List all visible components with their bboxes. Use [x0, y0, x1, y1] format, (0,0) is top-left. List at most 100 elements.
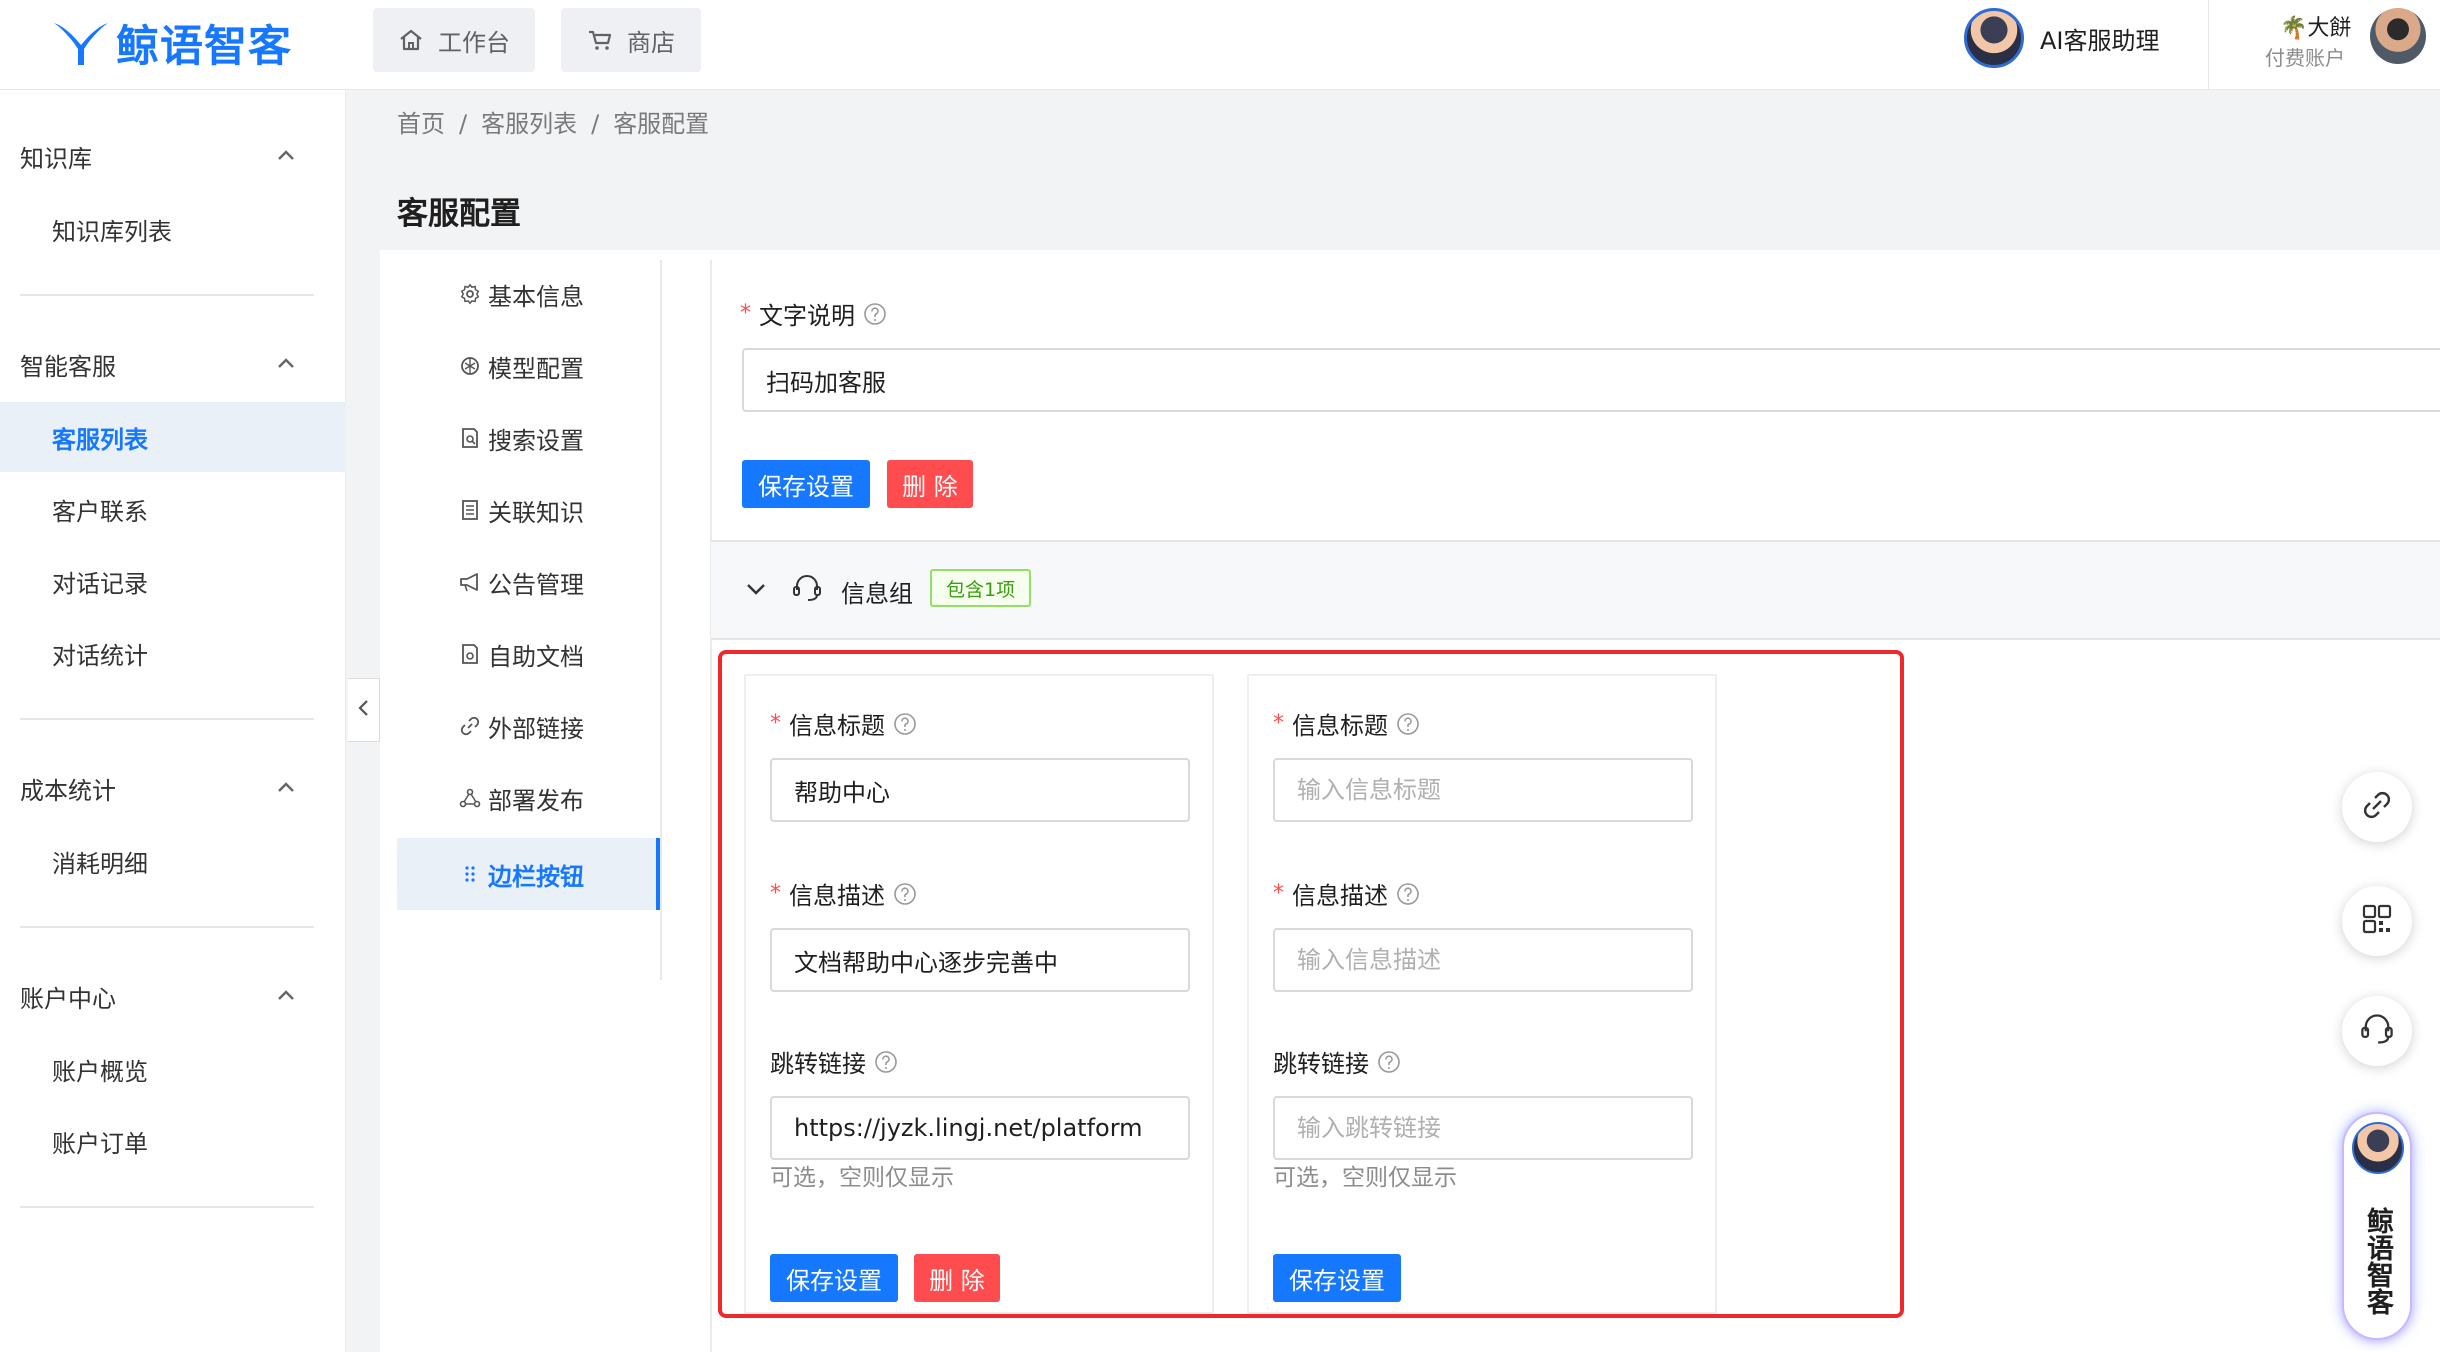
- config-menu-self-help-docs[interactable]: 自助文档: [397, 618, 659, 690]
- info-link-label-text: 跳转链接: [770, 1050, 866, 1078]
- collapse-sidebar-button[interactable]: [348, 678, 380, 742]
- sidebar-item-knowledge-list[interactable]: 知识库列表: [0, 194, 346, 264]
- save-button[interactable]: 保存设置: [770, 1254, 898, 1302]
- info-link-label: 跳转链接: [770, 1044, 898, 1079]
- user-name: 大餅: [2307, 16, 2352, 41]
- save-button[interactable]: 保存设置: [1273, 1254, 1401, 1302]
- config-menu-knowledge[interactable]: 关联知识: [397, 474, 659, 546]
- floating-service-button[interactable]: [2342, 996, 2412, 1066]
- breadcrumb-separator: /: [591, 110, 600, 138]
- config-menu-sidebar-buttons[interactable]: 边栏按钮: [397, 838, 659, 910]
- user-plan: 付费账户: [2265, 46, 2345, 70]
- doc-icon: [459, 643, 481, 665]
- divider: [2208, 0, 2209, 90]
- info-desc-label-text: 信息描述: [789, 882, 885, 910]
- sidebar-item-consumption[interactable]: 消耗明细: [0, 826, 346, 896]
- required-mark: *: [770, 711, 781, 736]
- sidebar-group-account[interactable]: 账户中心: [0, 966, 346, 1026]
- tab-workbench[interactable]: 工作台: [373, 8, 535, 72]
- config-menu-model[interactable]: 模型配置: [397, 330, 659, 402]
- config-menu-label: 模型配置: [488, 354, 584, 383]
- floating-brand-chat-button[interactable]: 鲸语智客: [2342, 1112, 2412, 1340]
- save-button[interactable]: 保存设置: [742, 460, 870, 508]
- chevron-up-icon: [274, 984, 298, 1012]
- sidebar-item-label: 账户订单: [52, 1129, 148, 1158]
- page-title: 客服配置: [397, 196, 521, 232]
- sidebar-item-label: 对话统计: [52, 641, 148, 670]
- tab-shop[interactable]: 商店: [561, 8, 701, 72]
- breadcrumb-current: 客服配置: [613, 110, 710, 138]
- info-desc-input[interactable]: [770, 928, 1190, 992]
- text-desc-input[interactable]: [742, 348, 2440, 412]
- palm-tree-icon: 🌴: [2280, 16, 2308, 41]
- info-link-input[interactable]: [770, 1096, 1190, 1160]
- config-menu-basic-info[interactable]: 基本信息: [397, 258, 659, 330]
- config-menu-announcement[interactable]: 公告管理: [397, 546, 659, 618]
- sidebar-item-chat-records[interactable]: 对话记录: [0, 546, 346, 616]
- sidebar-item-account-overview[interactable]: 账户概览: [0, 1034, 346, 1104]
- config-menu-deploy[interactable]: 部署发布: [397, 762, 659, 834]
- sidebar-divider: [20, 926, 314, 928]
- openai-icon: [459, 355, 481, 377]
- sidebar-group-knowledge[interactable]: 知识库: [0, 126, 346, 186]
- user-avatar[interactable]: [2370, 8, 2426, 64]
- deploy-icon: [459, 787, 481, 809]
- question-icon[interactable]: [874, 1050, 898, 1074]
- breadcrumb-service-list[interactable]: 客服列表: [481, 110, 577, 138]
- assistant-avatar: [1964, 8, 2024, 68]
- brand-vertical-text: 鲸语智客: [2362, 1207, 2393, 1315]
- info-desc-input[interactable]: [1273, 928, 1693, 992]
- info-desc-label: * 信息描述: [770, 876, 917, 911]
- sidebar-group-title: 智能客服: [20, 352, 116, 381]
- config-menu-external-links[interactable]: 外部链接: [397, 690, 659, 762]
- question-icon[interactable]: [893, 712, 917, 736]
- config-menu-label: 基本信息: [488, 282, 584, 311]
- floating-qrcode-button[interactable]: [2342, 886, 2412, 956]
- home-icon: [398, 28, 424, 52]
- info-link-input[interactable]: [1273, 1096, 1693, 1160]
- link-icon: [2360, 788, 2394, 826]
- chevron-up-icon: [274, 776, 298, 804]
- user-menu[interactable]: 🌴大餅 付费账户: [2262, 8, 2427, 78]
- question-icon[interactable]: [1396, 882, 1420, 906]
- sidebar-item-label: 对话记录: [52, 569, 148, 598]
- breadcrumb-home[interactable]: 首页: [397, 110, 445, 138]
- sidebar-item-service-list[interactable]: 客服列表: [0, 402, 346, 472]
- sidebar-group-service[interactable]: 智能客服: [0, 334, 346, 394]
- config-menu-label: 公告管理: [488, 570, 584, 599]
- gear-icon: [459, 283, 481, 305]
- config-menu-label: 关联知识: [488, 498, 584, 527]
- user-name-row: 🌴大餅: [2280, 10, 2351, 42]
- app-root: 鲸语智客 工作台 商店 AI客服助理 🌴大餅 付费账户 知识库 知识库列表 智能…: [0, 0, 2440, 1352]
- sidebar-item-customer-contact[interactable]: 客户联系: [0, 474, 346, 544]
- config-menu-label: 外部链接: [488, 714, 584, 743]
- headset-icon: [791, 572, 823, 608]
- sidebar-item-account-orders[interactable]: 账户订单: [0, 1106, 346, 1176]
- info-title-input[interactable]: [1273, 758, 1693, 822]
- chevron-down-icon[interactable]: [743, 576, 769, 606]
- brand-logo[interactable]: 鲸语智客: [52, 16, 292, 72]
- config-menu-search[interactable]: 搜索设置: [397, 402, 659, 474]
- required-mark: *: [770, 881, 781, 906]
- info-group-header[interactable]: 信息组 包含1项: [711, 542, 2440, 640]
- delete-button[interactable]: 删 除: [914, 1254, 1000, 1302]
- info-group-count-badge: 包含1项: [930, 569, 1032, 607]
- sidebar-item-label: 消耗明细: [52, 849, 148, 878]
- question-icon[interactable]: [1377, 1050, 1401, 1074]
- sidebar-divider: [20, 718, 314, 720]
- sidebar-group-title: 成本统计: [20, 776, 116, 805]
- info-desc-label-text: 信息描述: [1292, 882, 1388, 910]
- question-icon[interactable]: [1396, 712, 1420, 736]
- info-link-label: 跳转链接: [1273, 1044, 1401, 1079]
- sidebar-item-chat-stats[interactable]: 对话统计: [0, 618, 346, 688]
- sidebar-item-label: 客服列表: [52, 425, 148, 454]
- floating-link-button[interactable]: [2342, 772, 2412, 842]
- sidebar-group-title: 知识库: [20, 144, 92, 173]
- sidebar-divider: [20, 1206, 314, 1208]
- info-title-input[interactable]: [770, 758, 1190, 822]
- question-icon[interactable]: [863, 302, 887, 326]
- delete-button[interactable]: 删 除: [887, 460, 973, 508]
- ai-assistant-button[interactable]: AI客服助理: [1964, 6, 2160, 70]
- question-icon[interactable]: [893, 882, 917, 906]
- sidebar-group-cost[interactable]: 成本统计: [0, 758, 346, 818]
